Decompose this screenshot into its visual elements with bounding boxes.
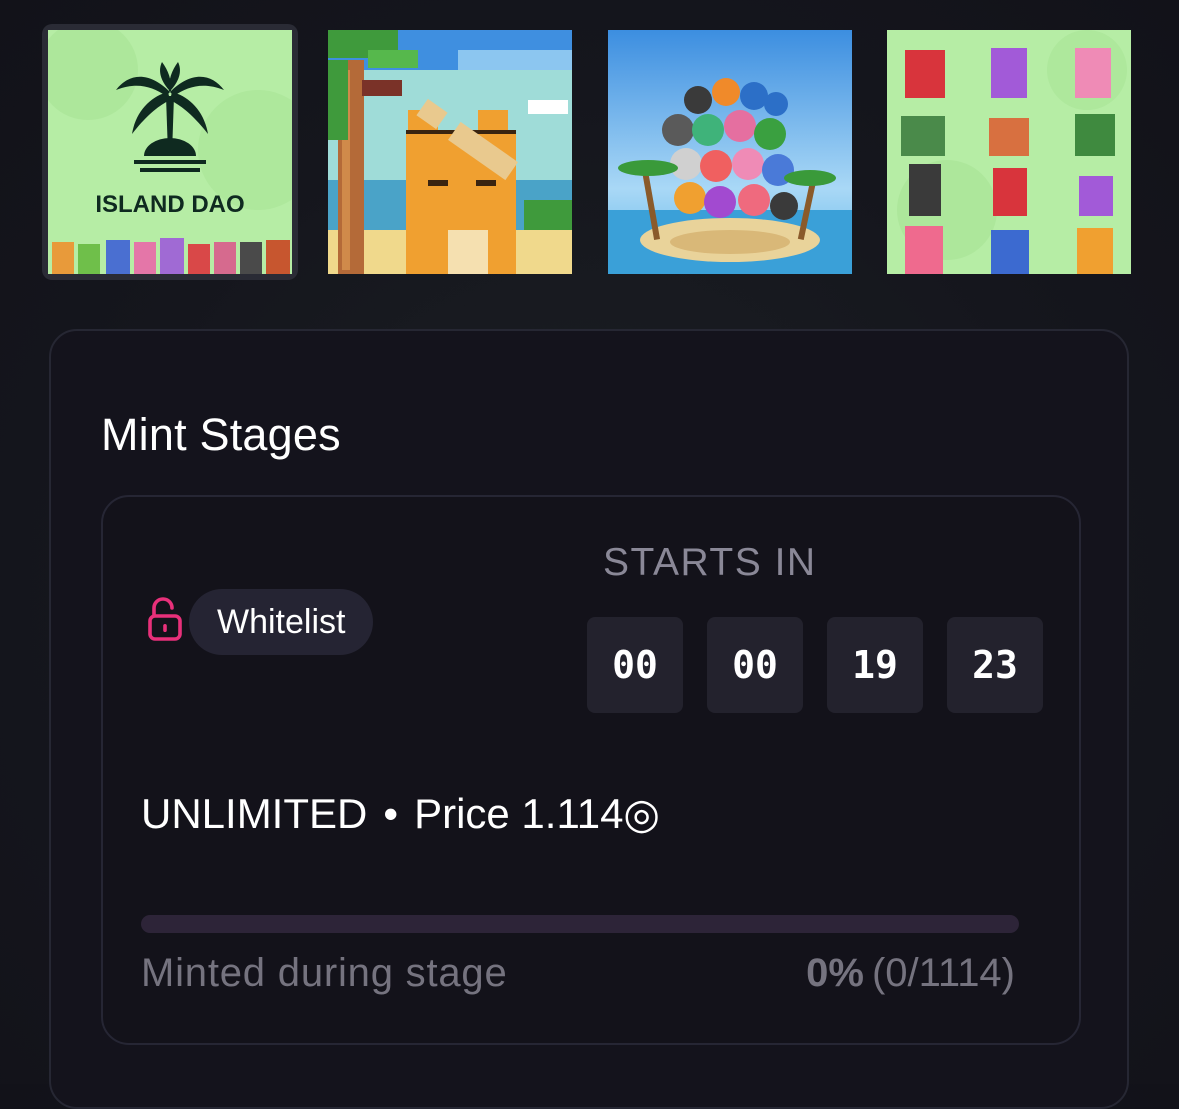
minted-during-stage-label: Minted during stage [141,951,508,995]
countdown-days: 00 [587,617,683,713]
island-characters-image [608,30,852,274]
price-label: Price 1.114◎ [414,790,661,837]
island-dao-caption: ISLAND DAO [95,191,244,218]
thumbnail-island-characters[interactable] [608,30,852,274]
countdown-minutes: 19 [827,617,923,713]
minted-percent: 0% [806,951,864,995]
countdown-timer: 00 00 19 23 [587,617,1043,713]
minted-count: (0/1114) [871,951,1015,995]
whitelist-stage-card[interactable]: Whitelist STARTS IN 00 00 19 23 UNLIMITE… [101,495,1081,1045]
stage-name-badge: Whitelist [189,589,374,655]
thumbnail-island-dao[interactable]: ISLAND DAO [42,24,298,280]
character-grid-image [887,30,1131,274]
separator-dot: • [383,790,399,837]
pixel-cat-image [328,30,572,274]
mint-progress-bar [141,915,1019,933]
supply-price-line: UNLIMITED • Price 1.114◎ [141,789,660,838]
countdown-seconds: 23 [947,617,1043,713]
island-dao-logo-image: ISLAND DAO [48,30,292,274]
supply-label: UNLIMITED [141,790,368,837]
unlocked-padlock-icon [147,597,183,641]
starts-in-label: STARTS IN [603,541,817,584]
countdown-hours: 00 [707,617,803,713]
thumbnail-gallery: ISLAND DAO [42,24,1138,280]
thumbnail-pixel-cat[interactable] [328,30,572,274]
minted-stats: 0% (0/1114) [806,951,1015,996]
mint-stages-card: Mint Stages Whitelist STARTS IN 00 00 19… [49,329,1129,1109]
thumbnail-character-grid[interactable] [887,30,1131,274]
mint-stages-title: Mint Stages [101,409,341,460]
